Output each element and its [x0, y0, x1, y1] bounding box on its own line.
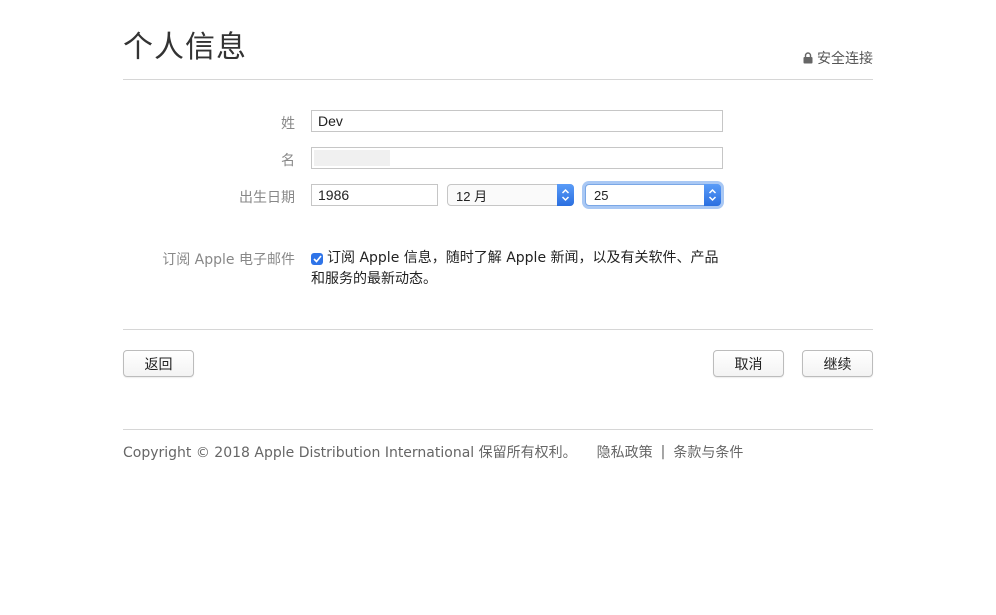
- continue-button[interactable]: 继续: [802, 350, 873, 377]
- secure-connection: 安全连接: [803, 48, 873, 68]
- footer-divider: [123, 429, 873, 430]
- terms-link[interactable]: 条款与条件: [673, 442, 743, 462]
- birth-day-value: 25: [594, 187, 609, 203]
- form-divider: [123, 329, 873, 330]
- secure-connection-label: 安全连接: [817, 51, 873, 67]
- birth-year-value: 1986: [318, 187, 350, 203]
- first-name-redacted: [314, 150, 390, 166]
- lock-icon: [803, 52, 813, 64]
- subscribe-label: 订阅 Apple 电子邮件: [162, 252, 295, 268]
- last-name-value: Dev: [318, 113, 343, 129]
- subscribe-description: 订阅 Apple 信息，随时了解 Apple 新闻，以及有关软件、产品和服务的最…: [311, 250, 719, 287]
- last-name-input[interactable]: Dev: [311, 110, 723, 132]
- copyright-text: Copyright © 2018 Apple Distribution Inte…: [123, 445, 577, 461]
- birth-year-input[interactable]: 1986: [311, 184, 438, 206]
- privacy-policy-link[interactable]: 隐私政策: [597, 442, 653, 462]
- birth-month-value: 12 月: [456, 188, 488, 204]
- stepper-chevrons-icon: [557, 184, 574, 206]
- back-button[interactable]: 返回: [123, 350, 194, 377]
- cancel-button[interactable]: 取消: [713, 350, 784, 377]
- page-title: 个人信息: [123, 30, 247, 65]
- first-name-input[interactable]: [311, 147, 723, 169]
- last-name-label: 姓: [281, 116, 295, 132]
- footer-separator: |: [660, 444, 666, 460]
- birth-day-select[interactable]: 25: [585, 184, 721, 206]
- stepper-chevrons-icon: [704, 184, 721, 206]
- birthdate-label: 出生日期: [239, 190, 295, 206]
- header-divider: [123, 79, 873, 80]
- first-name-label: 名: [281, 153, 295, 169]
- birth-month-select[interactable]: 12 月: [447, 184, 574, 206]
- footer: Copyright © 2018 Apple Distribution Inte…: [123, 442, 743, 462]
